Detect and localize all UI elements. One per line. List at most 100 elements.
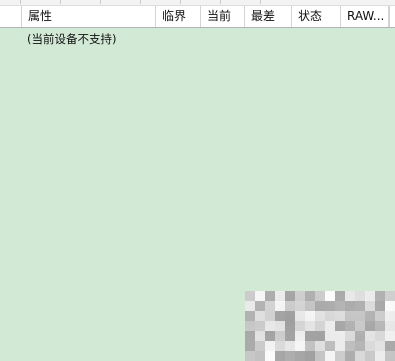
mosaic-cell [325, 301, 335, 311]
mosaic-cell [385, 311, 395, 321]
mosaic-cell [285, 301, 295, 311]
mosaic-cell [345, 321, 355, 331]
mosaic-cell [355, 331, 365, 341]
mosaic-pixels [245, 291, 395, 361]
mosaic-cell [245, 321, 255, 331]
mosaic-cell [285, 351, 295, 361]
mosaic-cell [375, 341, 385, 351]
mosaic-cell [285, 291, 295, 301]
mosaic-cell [385, 321, 395, 331]
mosaic-cell [375, 351, 385, 361]
mosaic-cell [255, 301, 265, 311]
mosaic-cell [385, 341, 395, 351]
mosaic-cell [305, 351, 315, 361]
mosaic-cell [265, 331, 275, 341]
column-header-raw[interactable]: RAW... [340, 6, 389, 27]
mosaic-cell [365, 291, 375, 301]
column-header-current[interactable]: 当前 [200, 6, 244, 27]
mosaic-cell [375, 331, 385, 341]
mosaic-cell [325, 341, 335, 351]
mosaic-cell [295, 351, 305, 361]
mosaic-cell [275, 341, 285, 351]
mosaic-cell [325, 351, 335, 361]
column-header-blank[interactable] [0, 6, 21, 27]
mosaic-cell [335, 311, 345, 321]
mosaic-cell [305, 331, 315, 341]
mosaic-cell [265, 291, 275, 301]
mosaic-cell [355, 311, 365, 321]
column-header-worst[interactable]: 最差 [244, 6, 291, 27]
mosaic-cell [305, 311, 315, 321]
mosaic-cell [255, 341, 265, 351]
mosaic-cell [265, 321, 275, 331]
mosaic-cell [345, 291, 355, 301]
mosaic-cell [325, 311, 335, 321]
mosaic-cell [365, 301, 375, 311]
mosaic-cell [255, 321, 265, 331]
mosaic-cell [365, 321, 375, 331]
column-header-status[interactable]: 状态 [291, 6, 340, 27]
mosaic-cell [285, 341, 295, 351]
mosaic-cell [355, 351, 365, 361]
mosaic-cell [305, 321, 315, 331]
mosaic-cell [335, 331, 345, 341]
mosaic-cell [245, 341, 255, 351]
mosaic-cell [385, 331, 395, 341]
mosaic-cell [345, 301, 355, 311]
mosaic-cell [305, 291, 315, 301]
mosaic-cell [295, 331, 305, 341]
column-header-threshold[interactable]: 临界 [155, 6, 200, 27]
mosaic-cell [265, 351, 275, 361]
mosaic-cell [245, 291, 255, 301]
mosaic-cell [375, 321, 385, 331]
mosaic-cell [295, 341, 305, 351]
mosaic-cell [355, 321, 365, 331]
mosaic-cell [295, 301, 305, 311]
mosaic-cell [315, 351, 325, 361]
mosaic-cell [335, 351, 345, 361]
unsupported-device-message: (当前设备不支持) [27, 32, 117, 46]
mosaic-cell [295, 311, 305, 321]
mosaic-cell [245, 301, 255, 311]
mosaic-cell [255, 331, 265, 341]
mosaic-cell [315, 301, 325, 311]
mosaic-cell [345, 341, 355, 351]
mosaic-cell [265, 301, 275, 311]
mosaic-cell [265, 341, 275, 351]
mosaic-cell [375, 291, 385, 301]
mosaic-cell [275, 321, 285, 331]
mosaic-cell [365, 341, 375, 351]
mosaic-cell [355, 291, 365, 301]
mosaic-cell [325, 321, 335, 331]
mosaic-cell [275, 291, 285, 301]
mosaic-cell [385, 291, 395, 301]
mosaic-cell [275, 311, 285, 321]
mosaic-cell [245, 351, 255, 361]
table-header: 属性 临界 当前 最差 状态 RAW... [0, 6, 395, 28]
mosaic-cell [315, 341, 325, 351]
mosaic-cell [365, 311, 375, 321]
mosaic-cell [315, 331, 325, 341]
mosaic-cell [365, 331, 375, 341]
mosaic-cell [275, 351, 285, 361]
mosaic-cell [245, 311, 255, 321]
column-header-attribute[interactable]: 属性 [21, 6, 155, 27]
mosaic-cell [305, 301, 315, 311]
mosaic-cell [355, 301, 365, 311]
mosaic-cell [345, 351, 355, 361]
top-edge-ticks [0, 0, 395, 5]
mosaic-cell [285, 321, 295, 331]
mosaic-cell [375, 301, 385, 311]
mosaic-cell [345, 311, 355, 321]
column-header-extra[interactable] [389, 6, 395, 27]
mosaic-cell [385, 301, 395, 311]
mosaic-cell [325, 291, 335, 301]
mosaic-cell [295, 321, 305, 331]
mosaic-cell [385, 351, 395, 361]
mosaic-cell [345, 331, 355, 341]
mosaic-cell [265, 311, 275, 321]
mosaic-cell [335, 301, 345, 311]
mosaic-cell [365, 351, 375, 361]
mosaic-cell [245, 331, 255, 341]
mosaic-cell [275, 331, 285, 341]
